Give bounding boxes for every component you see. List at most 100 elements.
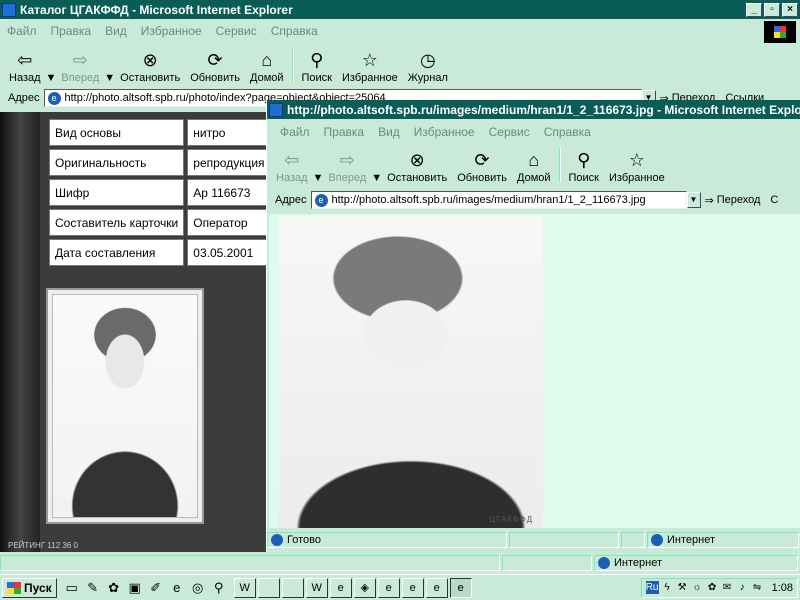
task-button[interactable] <box>281 577 304 598</box>
task-ie-icon[interactable]: e <box>401 577 424 598</box>
globe-icon <box>598 557 610 569</box>
address-dropdown-button[interactable]: ▼ <box>686 192 701 208</box>
ie-icon[interactable]: e <box>168 579 186 597</box>
refresh-button[interactable]: ⟳ Обновить <box>185 46 245 84</box>
task-word-icon[interactable]: W <box>305 577 328 598</box>
menu-favorites[interactable]: Избранное <box>134 24 209 38</box>
front-browser-window[interactable]: http://photo.altsoft.spb.ru/images/mediu… <box>266 100 800 552</box>
forward-dropdown-icon[interactable]: ▼ <box>104 72 115 84</box>
sun-icon[interactable]: ☼ <box>691 581 704 594</box>
magnifier-icon[interactable]: ⚲ <box>210 579 228 597</box>
address-input[interactable]: e http://photo.altsoft.spb.ru/images/med… <box>310 191 687 209</box>
stop-button[interactable]: ⊗ Остановить <box>382 146 452 184</box>
address-label: Адрес <box>275 194 307 206</box>
search-button-label: Поиск <box>568 172 599 184</box>
stop-button-label: Остановить <box>120 72 181 84</box>
menu-file[interactable]: Файл <box>273 125 317 139</box>
menu-view[interactable]: Вид <box>98 24 134 38</box>
table-row: Составитель карточки Оператор <box>49 209 268 236</box>
search-button[interactable]: ⚲ Поиск <box>564 146 604 184</box>
menu-help[interactable]: Справка <box>264 24 325 38</box>
stop-button[interactable]: ⊗ Остановить <box>115 46 185 84</box>
pencil-icon[interactable]: ✐ <box>147 579 165 597</box>
forward-button[interactable]: ⇨ Вперед <box>56 46 104 84</box>
menu-tools[interactable]: Сервис <box>209 24 264 38</box>
search-button[interactable]: ⚲ Поиск <box>297 46 337 84</box>
gear-icon[interactable]: ✿ <box>105 579 123 597</box>
back-button[interactable]: ⇦ Назад <box>4 46 46 84</box>
menu-favorites[interactable]: Избранное <box>407 125 482 139</box>
table-row: Вид основы нитро <box>49 119 268 146</box>
speaker-icon[interactable]: ♪ <box>736 581 749 594</box>
back-dropdown-icon[interactable]: ▼ <box>46 72 57 84</box>
back-button-label: Назад <box>9 72 41 84</box>
menu-file[interactable]: Файл <box>0 24 44 38</box>
portrait-photo-image[interactable]: ЦГАКФФД <box>279 216 543 528</box>
home-button-label: Домой <box>517 172 551 184</box>
task-ie-icon[interactable]: e <box>449 577 472 598</box>
lightning-icon[interactable]: ϟ <box>661 581 674 594</box>
network-icon[interactable]: ⇋ <box>751 581 764 594</box>
minimize-button[interactable]: _ <box>746 2 762 17</box>
language-indicator[interactable]: Ru <box>645 581 659 594</box>
task-ie-icon[interactable]: e <box>425 577 448 598</box>
mail-icon[interactable]: ✉ <box>721 581 734 594</box>
task-ie-icon[interactable]: e <box>377 577 400 598</box>
forward-button[interactable]: ⇨ Вперед <box>323 146 371 184</box>
toolbar-separator <box>291 48 294 82</box>
refresh-icon: ⟳ <box>474 150 490 170</box>
forward-dropdown-icon[interactable]: ▼ <box>371 172 382 184</box>
back-window-titlebar[interactable]: Каталог ЦГАКФФД - Microsoft Internet Exp… <box>0 0 800 19</box>
field-key: Шифр <box>49 179 185 206</box>
stop-button-label: Остановить <box>387 172 448 184</box>
history-button[interactable]: ◷ Журнал <box>403 46 453 84</box>
home-button[interactable]: ⌂ Домой <box>512 146 556 184</box>
system-tray: Ru ϟ ⚒ ☼ ✿ ✉ ♪ ⇋ 1:08 <box>640 577 798 598</box>
menu-view[interactable]: Вид <box>371 125 407 139</box>
desktop-icon[interactable]: ▭ <box>63 579 81 597</box>
front-window-titlebar[interactable]: http://photo.altsoft.spb.ru/images/mediu… <box>267 100 800 119</box>
task-ie-icon[interactable]: e <box>329 577 352 598</box>
forward-button-label: Вперед <box>61 72 100 84</box>
front-window-title: http://photo.altsoft.spb.ru/images/mediu… <box>287 102 800 117</box>
front-toolbar: ⇦ Назад ▼ ⇨ Вперед ▼ ⊗ Остановить ⟳ Обно… <box>271 146 670 184</box>
home-button[interactable]: ⌂ Домой <box>245 46 289 84</box>
menu-tools[interactable]: Сервис <box>482 125 537 139</box>
task-word-icon[interactable]: W <box>233 577 256 598</box>
task-button[interactable] <box>257 577 280 598</box>
rating-counter[interactable]: РЕЙТИНГ 112 36 0 <box>8 541 78 550</box>
go-button[interactable]: ⇒ Переход <box>701 194 765 207</box>
history-button-label: Журнал <box>407 72 448 84</box>
close-button[interactable]: × <box>782 2 798 17</box>
status-pane <box>502 555 592 571</box>
back-dropdown-icon[interactable]: ▼ <box>313 172 324 184</box>
task-app-icon[interactable]: ◈ <box>353 577 376 598</box>
table-row: Оригинальность репродукция <box>49 149 268 176</box>
windows-flag-icon <box>774 26 786 38</box>
forward-arrow-icon: ⇨ <box>339 150 355 170</box>
wrench-icon[interactable]: ⚒ <box>676 581 689 594</box>
menu-edit[interactable]: Правка <box>317 125 372 139</box>
back-button[interactable]: ⇦ Назад <box>271 146 313 184</box>
refresh-button-label: Обновить <box>190 72 240 84</box>
favorites-button[interactable]: ☆ Избранное <box>604 146 670 184</box>
forward-arrow-icon: ⇨ <box>72 50 88 70</box>
record-table: Вид основы нитро Оригинальность репродук… <box>46 116 268 269</box>
target-icon[interactable]: ◎ <box>189 579 207 597</box>
favorites-button[interactable]: ☆ Избранное <box>337 46 403 84</box>
field-key: Оригинальность <box>49 149 185 176</box>
paint-icon[interactable]: ✎ <box>84 579 102 597</box>
windows-flag-icon <box>7 581 21 594</box>
refresh-button[interactable]: ⟳ Обновить <box>452 146 512 184</box>
flower-icon[interactable]: ✿ <box>706 581 719 594</box>
menu-help[interactable]: Справка <box>537 125 598 139</box>
disk-icon[interactable]: ▣ <box>126 579 144 597</box>
start-button[interactable]: Пуск <box>2 577 57 598</box>
links-button[interactable]: С <box>764 194 778 206</box>
restore-button[interactable]: ▫ <box>764 2 780 17</box>
clock[interactable]: 1:08 <box>772 582 793 594</box>
quick-launch: ▭ ✎ ✿ ▣ ✐ e ◎ ⚲ <box>63 579 228 597</box>
photo-thumbnail[interactable] <box>46 288 204 524</box>
menu-edit[interactable]: Правка <box>44 24 99 38</box>
globe-icon <box>651 534 663 546</box>
